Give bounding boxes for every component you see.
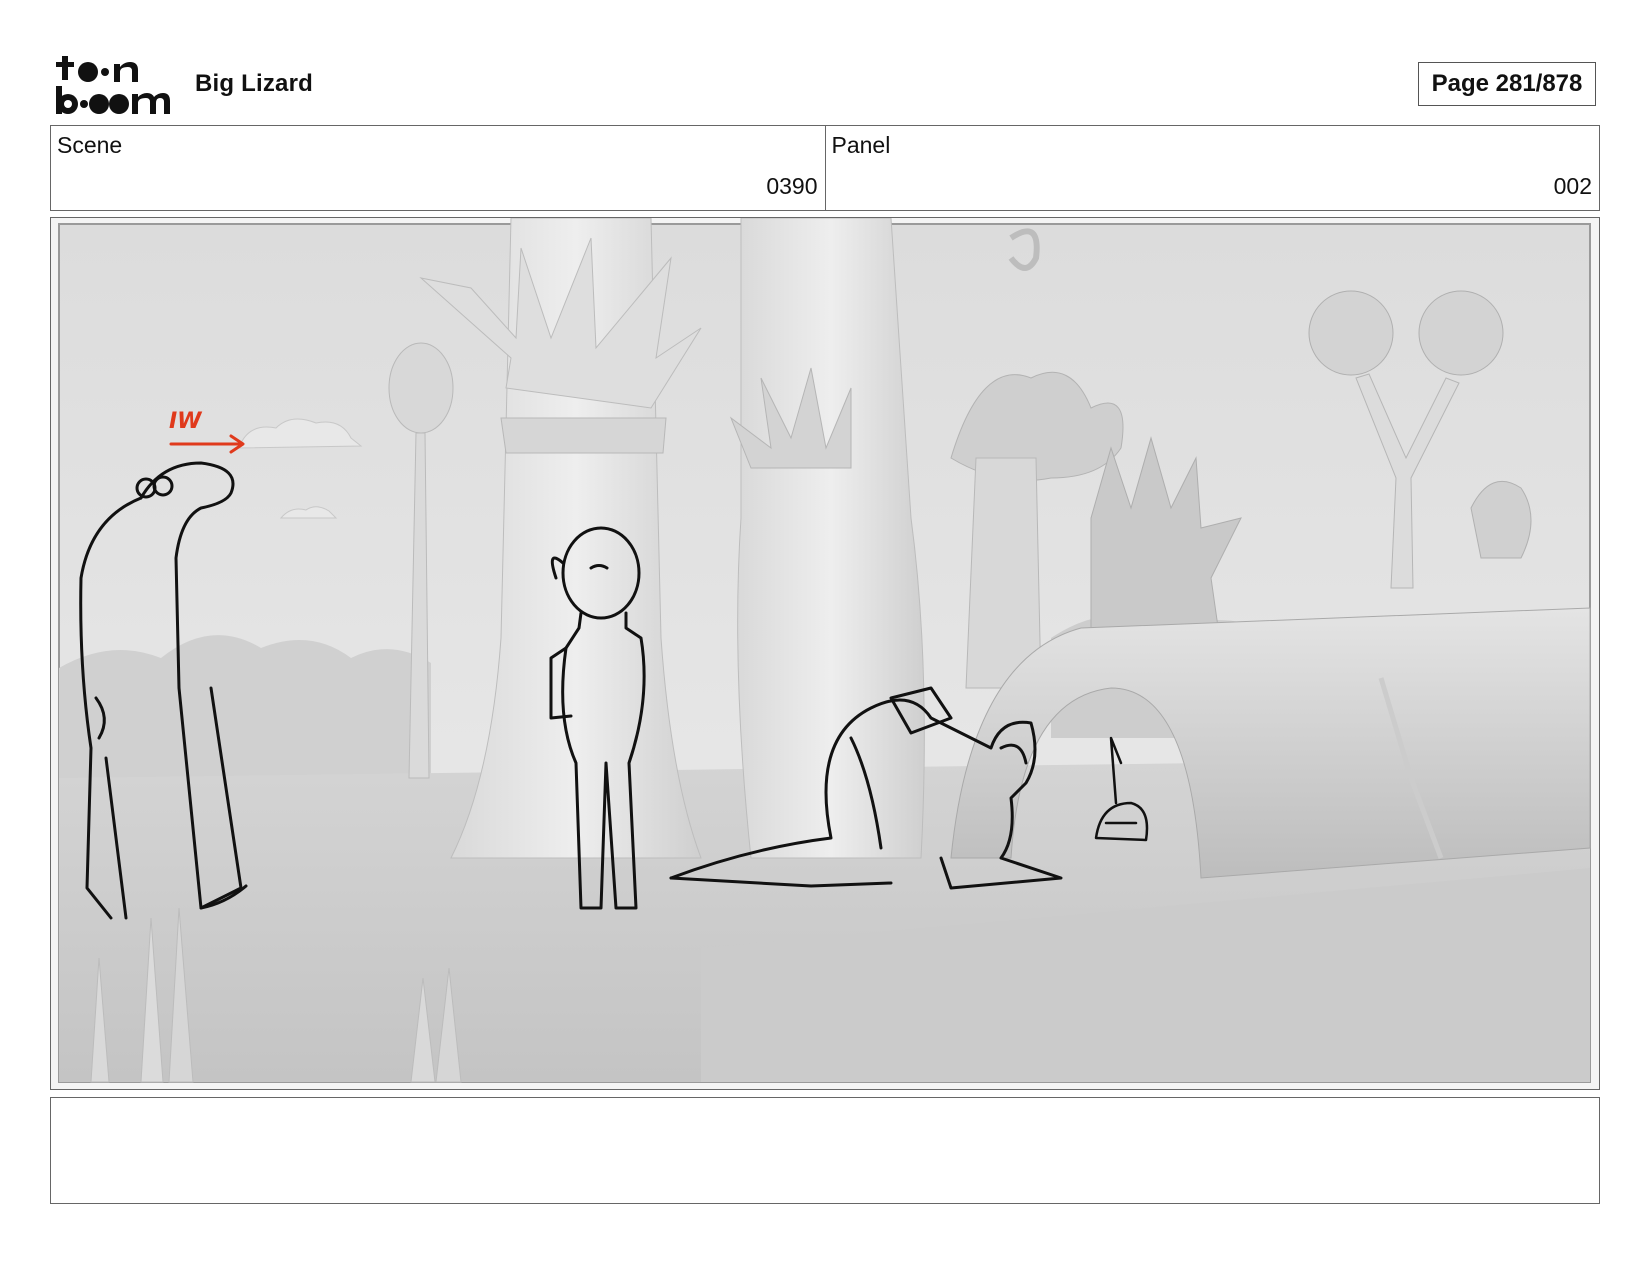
storyboard-panel-image: IW (50, 217, 1600, 1090)
central-tree-band (500, 417, 667, 454)
background-foliage (59, 635, 431, 778)
panel-label: Panel (831, 132, 891, 158)
toon-boom-logo-mark (56, 56, 170, 114)
spiky-tree-trunk (737, 218, 925, 859)
pompom-tree-right (1418, 290, 1504, 376)
leafy-plant-stem (965, 457, 1042, 689)
page-number-label: Page 281/878 (1431, 70, 1583, 97)
scene-cell: Scene 0390 (51, 126, 825, 210)
panel-number: 002 (1553, 173, 1592, 199)
annotation-text: IW (169, 409, 203, 434)
scene-label: Scene (57, 132, 123, 158)
pompom-tree-left (1308, 290, 1394, 376)
scene-number: 0390 (766, 173, 818, 199)
panel-cell: Panel 002 (824, 126, 1600, 210)
bulb-plant (388, 342, 454, 434)
page-number: Page 281/878 (1418, 62, 1596, 106)
toon-boom-logo (52, 50, 172, 118)
scene-panel-table: Scene 0390 Panel 002 (50, 125, 1600, 211)
panel-notes-box[interactable] (50, 1097, 1600, 1204)
panel-illustration: IW (58, 218, 1591, 1083)
project-title: Big Lizard (195, 70, 314, 97)
